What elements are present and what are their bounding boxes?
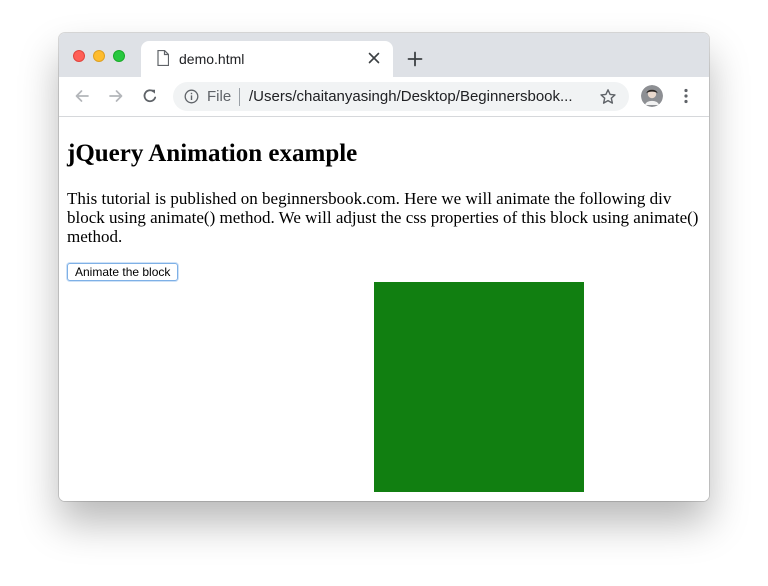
tab-demo-html[interactable]: demo.html xyxy=(141,41,393,77)
window-minimize-button[interactable] xyxy=(93,50,105,62)
url-scheme-label: File xyxy=(207,88,232,105)
omnibox-divider xyxy=(239,88,240,106)
new-tab-icon[interactable] xyxy=(407,51,423,67)
page-title: jQuery Animation example xyxy=(67,140,358,167)
tab-close-icon[interactable] xyxy=(367,51,381,65)
browser-toolbar: File /Users/chaitanyasingh/Desktop/Begin… xyxy=(59,77,709,117)
more-vert-icon[interactable] xyxy=(679,87,693,105)
animate-block-button[interactable]: Animate the block xyxy=(67,263,179,281)
tab-strip: demo.html xyxy=(59,33,709,77)
animated-div-block xyxy=(374,282,584,492)
address-bar[interactable]: File /Users/chaitanyasingh/Desktop/Begin… xyxy=(173,82,629,111)
window-close-button[interactable] xyxy=(73,50,85,62)
intro-paragraph: This tutorial is published on beginnersb… xyxy=(67,189,699,246)
browser-window: demo.html File /Users/chaitanyasingh/Des… xyxy=(59,33,709,501)
avatar[interactable] xyxy=(641,85,663,107)
window-maximize-button[interactable] xyxy=(113,50,125,62)
page-content: jQuery Animation example This tutorial i… xyxy=(59,117,709,501)
reload-icon[interactable] xyxy=(141,87,159,105)
info-icon[interactable] xyxy=(184,89,199,104)
star-icon[interactable] xyxy=(599,88,617,106)
tab-title: demo.html xyxy=(179,51,245,67)
document-icon xyxy=(157,50,169,66)
forward-arrow-icon[interactable] xyxy=(107,87,125,105)
url-text[interactable]: /Users/chaitanyasingh/Desktop/Beginnersb… xyxy=(249,87,587,106)
back-arrow-icon[interactable] xyxy=(73,87,91,105)
